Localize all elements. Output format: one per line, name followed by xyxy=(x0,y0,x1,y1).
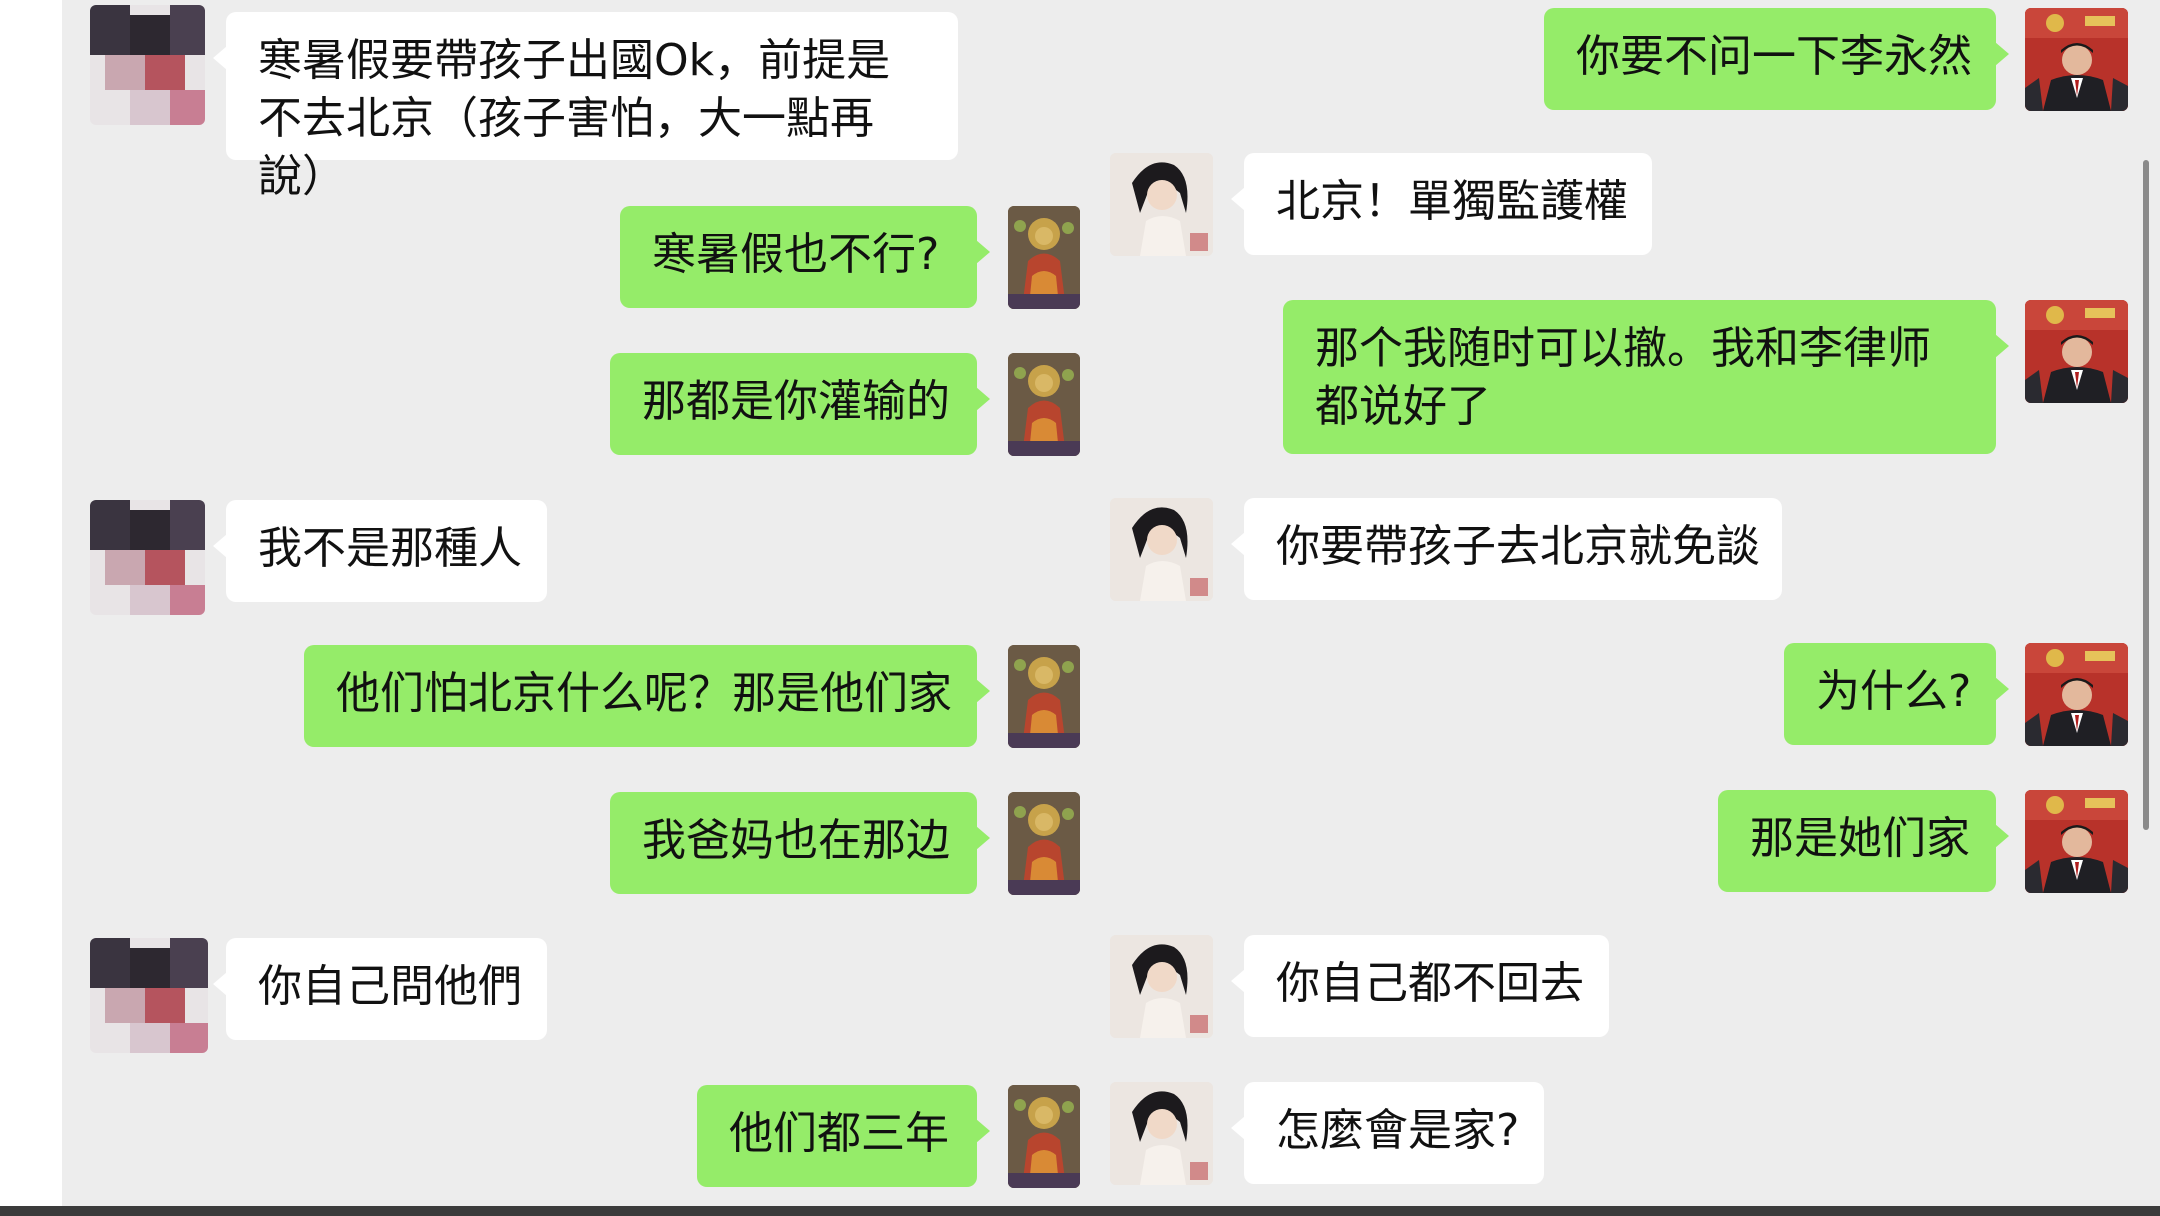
message-bubble[interactable]: 为什么? xyxy=(1784,643,2009,745)
buddha-avatar[interactable] xyxy=(1008,353,1080,456)
message-bubble[interactable]: 他们都三年 xyxy=(697,1085,990,1187)
woman-avatar[interactable] xyxy=(1110,935,1213,1038)
buddha-avatar[interactable] xyxy=(1008,206,1080,309)
buddha-image xyxy=(1008,206,1080,309)
woman-photo xyxy=(1110,935,1213,1038)
message-bubble[interactable]: 怎麼會是家? xyxy=(1231,1082,1544,1184)
official-avatar[interactable] xyxy=(2025,790,2128,893)
pixelated-avatar[interactable] xyxy=(90,938,208,1053)
woman-avatar[interactable] xyxy=(1110,1082,1213,1185)
message-bubble[interactable]: 你要帶孩子去北京就免談 xyxy=(1231,498,1782,600)
woman-avatar[interactable] xyxy=(1110,153,1213,256)
message-bubble[interactable]: 那都是你灌输的 xyxy=(610,353,990,455)
message-bubble[interactable]: 你自己都不回去 xyxy=(1231,935,1609,1037)
message-bubble[interactable]: 我不是那種人 xyxy=(213,500,547,602)
official-avatar[interactable] xyxy=(2025,8,2128,111)
buddha-avatar[interactable] xyxy=(1008,792,1080,895)
buddha-image xyxy=(1008,792,1080,895)
woman-photo xyxy=(1110,153,1213,256)
message-bubble[interactable]: 他们怕北京什么呢？那是他们家 xyxy=(304,645,990,747)
buddha-image xyxy=(1008,1085,1080,1188)
woman-photo xyxy=(1110,498,1213,601)
buddha-image xyxy=(1008,353,1080,456)
buddha-image xyxy=(1008,645,1080,748)
official-avatar[interactable] xyxy=(2025,300,2128,403)
official-photo xyxy=(2025,790,2128,893)
message-bubble[interactable]: 那个我随时可以撤。我和李律师都说好了 xyxy=(1283,300,2009,454)
woman-photo xyxy=(1110,1082,1213,1185)
bottom-strip xyxy=(0,1206,2160,1216)
message-bubble[interactable]: 北京！單獨監護權 xyxy=(1231,153,1652,255)
message-bubble[interactable]: 那是她们家 xyxy=(1718,790,2009,892)
buddha-avatar[interactable] xyxy=(1008,1085,1080,1188)
message-bubble[interactable]: 寒暑假也不行? xyxy=(620,206,990,308)
screenshot-collage: 寒暑假要帶孩子出國Ok，前提是不去北京（孩子害怕，大一點再說） 寒暑假也不行? … xyxy=(0,0,2160,1216)
message-bubble[interactable]: 寒暑假要帶孩子出國Ok，前提是不去北京（孩子害怕，大一點再說） xyxy=(213,12,958,202)
message-bubble[interactable]: 你自己問他們 xyxy=(213,938,547,1040)
buddha-avatar[interactable] xyxy=(1008,645,1080,748)
scrollbar[interactable] xyxy=(2143,160,2149,830)
pixelated-avatar[interactable] xyxy=(90,5,205,125)
message-bubble[interactable]: 你要不问一下李永然 xyxy=(1544,8,2009,110)
woman-avatar[interactable] xyxy=(1110,498,1213,601)
message-bubble[interactable]: 我爸妈也在那边 xyxy=(610,792,990,894)
official-avatar[interactable] xyxy=(2025,643,2128,746)
official-photo xyxy=(2025,300,2128,403)
official-photo xyxy=(2025,643,2128,746)
official-photo xyxy=(2025,8,2128,111)
pixelated-avatar[interactable] xyxy=(90,500,205,615)
